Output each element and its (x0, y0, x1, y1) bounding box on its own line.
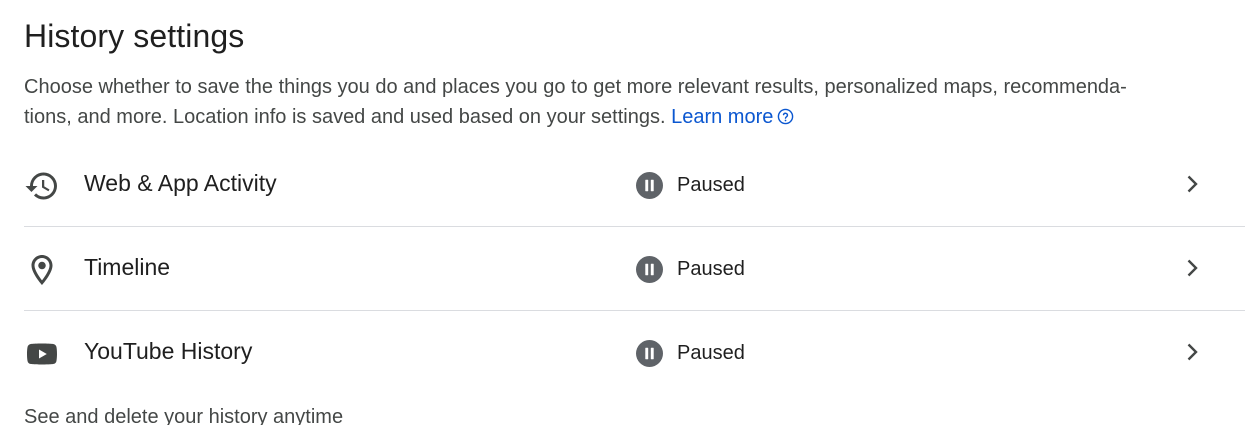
settings-row-youtube-history[interactable]: YouTube History Paused (24, 311, 1245, 394)
youtube-icon (24, 336, 60, 372)
status: Paused (636, 339, 745, 367)
status-text: Paused (677, 257, 745, 280)
chevron-right-icon[interactable] (1180, 172, 1204, 196)
location-pin-icon (24, 252, 60, 288)
history-icon (24, 168, 60, 204)
settings-row-label: YouTube History (84, 338, 253, 364)
description-line-2-text: tions, and more. Location info is saved … (24, 106, 666, 128)
chevron-right-icon[interactable] (1180, 340, 1204, 364)
description: Choose whether to save the things you do… (24, 72, 1214, 134)
pause-circle-icon (636, 171, 663, 199)
status: Paused (636, 255, 745, 283)
settings-row-label: Web & App Activity (84, 170, 277, 196)
settings-row-timeline[interactable]: Timeline Paused (24, 227, 1245, 311)
page-title: History settings (24, 18, 245, 54)
history-settings-list: Web & App Activity Paused Timeline Pause… (24, 143, 1245, 394)
description-line-1: Choose whether to save the things you do… (24, 76, 1127, 98)
help-circle-icon (777, 104, 794, 134)
status-text: Paused (677, 173, 745, 196)
status-text: Paused (677, 341, 745, 364)
history-footer-text: See and delete your history anytime (24, 406, 344, 425)
learn-more-label: Learn more (671, 106, 774, 128)
chevron-right-icon[interactable] (1180, 256, 1204, 280)
pause-circle-icon (636, 255, 663, 283)
history-settings-page: History settings Choose whether to save … (0, 0, 1245, 425)
settings-row-label: Timeline (84, 254, 171, 280)
learn-more-link[interactable]: Learn more (671, 106, 794, 128)
pause-circle-icon (636, 339, 663, 367)
settings-row-web-app-activity[interactable]: Web & App Activity Paused (24, 143, 1245, 227)
status: Paused (636, 171, 745, 199)
description-line-2: tions, and more. Location info is saved … (24, 102, 1214, 134)
